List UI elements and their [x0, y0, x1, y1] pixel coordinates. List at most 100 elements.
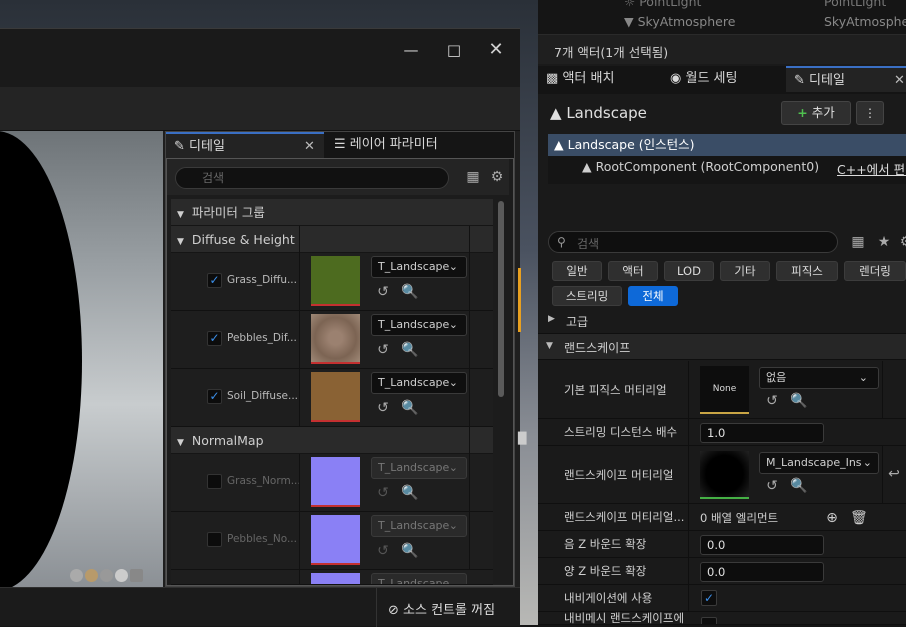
texture-select[interactable]: T_Landscape ⌄: [371, 372, 467, 394]
use-selected-icon[interactable]: ↺: [375, 543, 391, 559]
browse-icon[interactable]: 🔍: [401, 543, 418, 559]
filter-all[interactable]: 전체: [628, 286, 678, 306]
use-selected-icon[interactable]: ↺: [375, 485, 391, 501]
material-sphere-icon[interactable]: [85, 569, 98, 582]
texture-thumbnail[interactable]: [311, 372, 360, 422]
navigation-checkbox[interactable]: ✓: [701, 590, 717, 606]
outliner-name: SkyAtmosphere: [637, 14, 736, 29]
filter-rendering[interactable]: 렌더링: [844, 261, 906, 281]
tab-close-icon[interactable]: ✕: [894, 68, 905, 94]
search-input[interactable]: 검색: [175, 167, 449, 189]
texture-thumbnail[interactable]: [311, 314, 360, 364]
positive-z-input[interactable]: 0.0: [700, 562, 824, 582]
maximize-icon[interactable]: □: [441, 37, 467, 63]
details-search[interactable]: ⚲ 검색: [548, 231, 838, 253]
texture-thumbnail[interactable]: [311, 457, 360, 507]
use-selected-icon[interactable]: ↺: [375, 284, 391, 300]
scrollbar-thumb[interactable]: [498, 201, 504, 397]
enable-checkbox[interactable]: [207, 532, 222, 547]
texture-select[interactable]: T_Landscape: [371, 573, 467, 584]
list-item: ✓ Grass_Diffu... T_Landscape ⌄ ↺ 🔍: [171, 253, 493, 311]
trash-icon[interactable]: 🗑: [850, 510, 868, 526]
browse-icon[interactable]: 🔍: [790, 393, 807, 409]
gear-icon[interactable]: ⚙: [489, 169, 505, 185]
use-selected-icon[interactable]: ↺: [375, 400, 391, 416]
filter-lod[interactable]: LOD: [664, 261, 714, 281]
filter-actor[interactable]: 액터: [608, 261, 658, 281]
tree-child[interactable]: ▲ RootComponent (RootComponent0): [582, 159, 819, 174]
list-item[interactable]: ☼ PointLight: [624, 0, 701, 9]
tab-close-icon[interactable]: ✕: [304, 134, 315, 160]
group-diffuse-height[interactable]: ▼ Diffuse & Height: [171, 226, 493, 253]
browse-icon[interactable]: 🔍: [790, 478, 807, 494]
reset-arrow-icon[interactable]: ↩: [886, 466, 902, 482]
cylinder-preview-icon[interactable]: [100, 569, 113, 582]
array-count: 0 배열 엘리먼트: [700, 511, 779, 525]
star-icon[interactable]: ★: [876, 234, 892, 250]
filter-misc[interactable]: 기타: [720, 261, 770, 281]
streaming-distance-input[interactable]: 1.0: [700, 423, 824, 443]
group-normalmap[interactable]: ▼ NormalMap: [171, 427, 493, 454]
tab-label: 월드 세팅: [685, 71, 738, 86]
edit-in-cpp-link[interactable]: C++에서 편집: [837, 159, 906, 178]
chevron-down-icon: ▼: [177, 237, 184, 247]
landscape-material-select[interactable]: M_Landscape_Ins ⌄: [759, 452, 879, 474]
browse-icon[interactable]: 🔍: [401, 485, 418, 501]
browse-icon[interactable]: 🔍: [401, 284, 418, 300]
browse-icon[interactable]: 🔍: [401, 400, 418, 416]
tab-detail[interactable]: ✎ 디테일 ✕: [166, 132, 324, 158]
close-icon[interactable]: ✕: [483, 37, 509, 63]
minimize-icon[interactable]: —: [398, 37, 424, 63]
tab-place-actors[interactable]: ▩ 액터 배치: [538, 66, 660, 92]
use-selected-icon[interactable]: ↺: [764, 393, 780, 409]
cube-preview-icon[interactable]: [130, 569, 143, 582]
texture-select[interactable]: T_Landscape ⌄: [371, 256, 467, 278]
add-element-icon[interactable]: ⊕: [824, 510, 840, 526]
texture-select[interactable]: T_Landscape ⌄: [371, 314, 467, 336]
section-landscape[interactable]: ▼ 랜드스케이프: [538, 334, 906, 360]
filter-physics[interactable]: 피직스: [776, 261, 838, 281]
settings-icon[interactable]: ⚙: [898, 234, 906, 250]
physical-material-select[interactable]: 없음 ⌄: [759, 367, 879, 389]
tab-layer-parameters[interactable]: ☰ 레이어 파라미터: [326, 132, 506, 158]
texture-select[interactable]: T_Landscape ⌄: [371, 515, 467, 537]
negative-z-input[interactable]: 0.0: [700, 535, 824, 555]
section-advanced[interactable]: ▶ 고급: [538, 308, 906, 334]
preview-shape-buttons: [70, 569, 160, 583]
use-selected-icon[interactable]: ↺: [764, 478, 780, 494]
use-selected-icon[interactable]: ↺: [375, 342, 391, 358]
tree-root[interactable]: ▲ Landscape (인스턴스): [548, 134, 906, 156]
table-view-icon[interactable]: ▦: [850, 234, 866, 250]
list-item[interactable]: ▼ SkyAtmosphere: [624, 14, 735, 29]
plane-preview-icon[interactable]: [115, 569, 128, 582]
enable-checkbox[interactable]: ✓: [207, 273, 222, 288]
enable-checkbox[interactable]: ✓: [207, 331, 222, 346]
texture-thumbnail[interactable]: [311, 573, 360, 584]
material-preview-viewport[interactable]: [0, 131, 163, 587]
child-label: RootComponent (RootComponent0): [595, 159, 820, 174]
enable-checkbox[interactable]: ✓: [207, 389, 222, 404]
material-thumbnail[interactable]: None: [700, 366, 749, 414]
param-label: Pebbles_Dif...: [227, 332, 297, 344]
table-view-icon[interactable]: ▦: [465, 169, 481, 185]
blueprint-button[interactable]: ⋮: [856, 101, 884, 125]
texture-thumbnail[interactable]: [311, 256, 360, 306]
add-component-button[interactable]: + 추가: [781, 101, 851, 125]
enable-checkbox[interactable]: [207, 474, 222, 489]
browse-icon[interactable]: 🔍: [401, 342, 418, 358]
source-control-button[interactable]: ⊘ 소스 컨트롤 꺼짐: [388, 599, 495, 618]
filter-general[interactable]: 일반: [552, 261, 602, 281]
prop-value: M_Landscape_Ins: [766, 456, 862, 469]
filter-streaming[interactable]: 스트리밍: [552, 286, 622, 306]
param-label: Grass_Norm...: [227, 475, 301, 487]
window-toolbar: [0, 87, 520, 131]
texture-thumbnail[interactable]: [311, 515, 360, 565]
chevron-down-icon: ⌄: [448, 376, 458, 389]
parameter-group-header[interactable]: ▼ 파라미터 그룹: [171, 199, 493, 226]
navmesh-checkbox[interactable]: [701, 617, 717, 624]
texture-select[interactable]: T_Landscape ⌄: [371, 457, 467, 479]
tab-world-settings[interactable]: ◉ 월드 세팅: [662, 66, 784, 92]
tab-details[interactable]: ✎ 디테일 ✕: [786, 66, 906, 92]
sphere-preview-icon[interactable]: [70, 569, 83, 582]
material-thumbnail[interactable]: [700, 451, 749, 499]
